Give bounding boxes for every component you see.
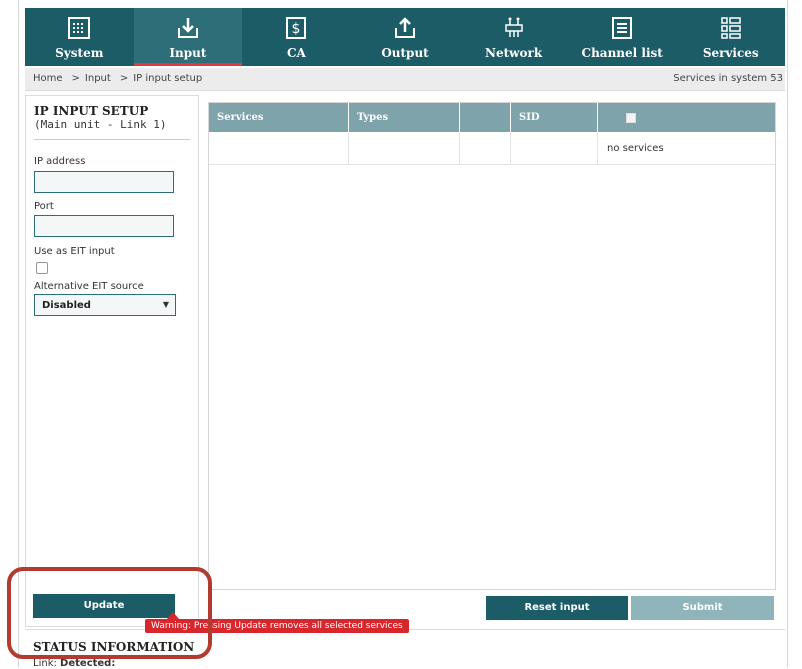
port-label: Port (34, 201, 54, 212)
breadcrumb: Home > Input > IP input setup (33, 73, 206, 84)
table-row: no services (209, 132, 775, 165)
reset-input-button[interactable]: Reset input (486, 596, 628, 620)
divider (34, 139, 190, 140)
nav-output[interactable]: Output (351, 8, 460, 66)
nav-ca[interactable]: $ CA (242, 8, 351, 66)
nav-services[interactable]: Services (676, 8, 785, 66)
ip-address-input[interactable] (34, 171, 174, 193)
nav-input[interactable]: Input (133, 8, 243, 66)
col-types-label: Types (357, 112, 389, 123)
empty-message: no services (607, 143, 664, 154)
alt-eit-select[interactable]: Disabled ▼ (34, 294, 176, 316)
col-blank (460, 103, 511, 132)
nav-label-system: System (55, 46, 104, 60)
breadcrumb-home[interactable]: Home (33, 73, 63, 84)
table-cell (511, 132, 598, 164)
eit-input-label: Use as EIT input (34, 246, 115, 257)
table-header: Services Types SID (209, 103, 775, 132)
table-cell (349, 132, 460, 164)
col-sid-label: SID (519, 112, 540, 123)
breadcrumb-separator: > (71, 73, 80, 84)
breadcrumb-bar: Home > Input > IP input setup Services in sy… (25, 68, 785, 91)
output-icon (395, 17, 416, 38)
port-input[interactable] (34, 215, 174, 237)
submit-button[interactable]: Submit (631, 596, 774, 620)
col-select (598, 103, 775, 132)
nav-label-ca: CA (287, 46, 306, 60)
highlight-ring (7, 567, 212, 659)
breadcrumb-separator: > (119, 73, 129, 84)
chevron-down-icon: ▼ (162, 300, 169, 309)
col-sid[interactable]: SID (511, 103, 598, 132)
top-nav: System Input $ CA Output Network Channel… (25, 8, 785, 66)
nav-label-input: Input (169, 46, 207, 60)
ip-address-label: IP address (34, 156, 86, 167)
table-cell (460, 132, 511, 164)
nav-label-network: Network (485, 46, 543, 60)
status-link-label: Link: (33, 658, 57, 669)
table-cell (209, 132, 349, 164)
network-icon (504, 17, 523, 37)
breadcrumb-input[interactable]: Input (85, 73, 111, 84)
svg-text:$: $ (292, 21, 301, 37)
panel-subtitle: (Main unit - Link 1) (34, 118, 167, 131)
services-icon (721, 17, 741, 39)
nav-channel-list[interactable]: Channel list (568, 8, 677, 66)
col-services-label: Services (217, 112, 264, 123)
nav-system[interactable]: System (25, 8, 134, 66)
services-table: Services Types SID no services (208, 102, 776, 590)
nav-label-output: Output (381, 46, 429, 60)
eit-input-checkbox[interactable] (36, 262, 48, 274)
alt-eit-value: Disabled (42, 300, 91, 311)
nav-label-channel-list: Channel list (581, 46, 663, 60)
panel-title: IP INPUT SETUP (34, 104, 149, 118)
input-icon (177, 18, 198, 38)
ca-icon: $ (286, 17, 307, 39)
nav-network[interactable]: Network (459, 8, 568, 66)
status-link-value: Detected: (60, 658, 116, 669)
col-types[interactable]: Types (349, 103, 460, 132)
table-cell: no services (598, 132, 775, 164)
select-all-checkbox[interactable] (626, 113, 636, 123)
channel-list-icon (612, 17, 633, 39)
system-icon (68, 17, 91, 39)
breadcrumb-current: IP input setup (133, 73, 203, 84)
nav-label-services: Services (702, 46, 759, 60)
col-services[interactable]: Services (209, 103, 349, 132)
status-link: Link: Detected: (33, 658, 115, 669)
alt-eit-label: Alternative EIT source (34, 281, 144, 292)
services-count: Services in system 53 (673, 73, 783, 84)
ip-input-panel: IP INPUT SETUP (Main unit - Link 1) IP a… (25, 95, 199, 627)
